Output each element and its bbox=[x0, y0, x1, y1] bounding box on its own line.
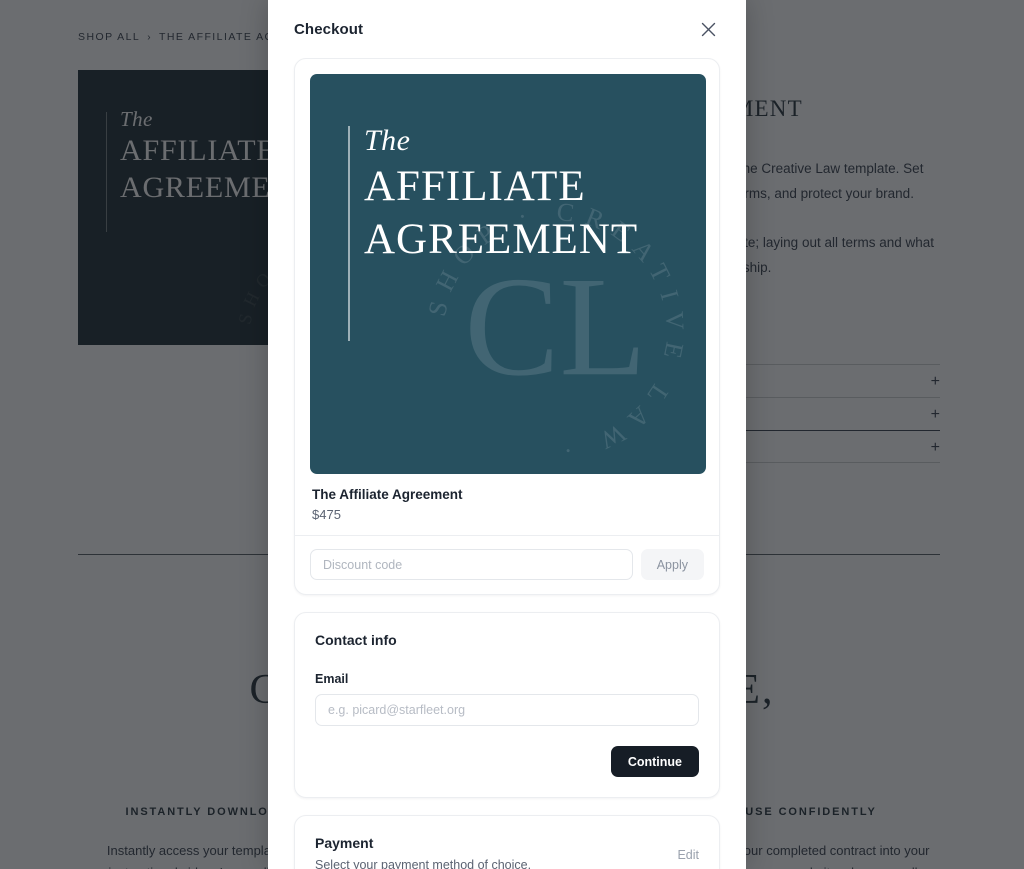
brand-seal-icon: SHOP · CREATIVE LAW · CL bbox=[413, 189, 698, 474]
apply-discount-button[interactable]: Apply bbox=[640, 549, 704, 580]
payment-subtitle: Select your payment method of choice. bbox=[315, 858, 532, 869]
product-name: The Affiliate Agreement bbox=[312, 487, 463, 502]
email-input[interactable] bbox=[315, 694, 699, 726]
close-icon[interactable] bbox=[696, 17, 720, 41]
modal-header: Checkout bbox=[268, 0, 746, 58]
product-image: The AFFILIATE AGREEMENT SHOP · CREATIVE … bbox=[310, 74, 706, 474]
contact-info-card: Contact info Email Continue bbox=[294, 612, 720, 798]
contact-info-title: Contact info bbox=[315, 632, 397, 648]
screen: SHOP ALL›THE AFFILIATE AGREEMENT The AFF… bbox=[0, 0, 1024, 869]
discount-code-input[interactable] bbox=[310, 549, 633, 580]
product-meta: The Affiliate Agreement $475 bbox=[310, 474, 704, 535]
edit-payment-link[interactable]: Edit bbox=[677, 848, 699, 862]
product-image-the: The bbox=[364, 124, 411, 157]
svg-text:CL: CL bbox=[464, 247, 646, 405]
product-summary-card: The AFFILIATE AGREEMENT SHOP · CREATIVE … bbox=[294, 58, 720, 595]
vertical-rule bbox=[348, 126, 350, 341]
email-label: Email bbox=[315, 672, 349, 686]
continue-button[interactable]: Continue bbox=[610, 746, 699, 777]
checkout-modal: Checkout The AFFILIATE AGREEMENT SHOP · … bbox=[268, 0, 746, 869]
modal-body: The AFFILIATE AGREEMENT SHOP · CREATIVE … bbox=[268, 58, 746, 869]
product-price: $475 bbox=[312, 507, 341, 522]
continue-row: Continue bbox=[315, 746, 699, 777]
discount-row: Apply bbox=[310, 536, 704, 594]
payment-card: Payment Select your payment method of ch… bbox=[294, 815, 720, 869]
payment-text-group: Payment Select your payment method of ch… bbox=[315, 835, 531, 869]
payment-title: Payment bbox=[315, 835, 374, 851]
modal-title: Checkout bbox=[294, 20, 364, 38]
